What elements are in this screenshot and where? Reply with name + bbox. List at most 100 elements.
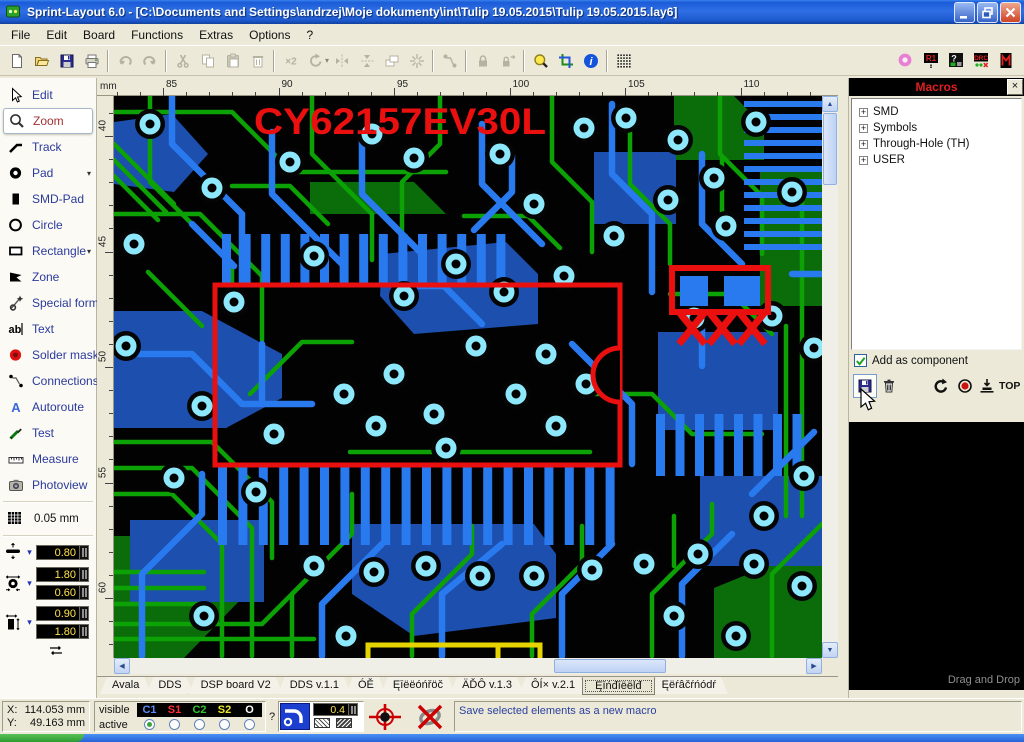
hatch-style-1-button[interactable] (314, 718, 330, 728)
layer-chip-o[interactable]: O (237, 704, 262, 716)
pad-size-field[interactable]: 0.60 (36, 585, 80, 600)
track-width-field[interactable]: 0.80 (36, 545, 80, 560)
menu-item-options[interactable]: Options (241, 25, 298, 45)
tab-v-2-1[interactable]: ÔÍ× v.2.1 (519, 677, 587, 694)
sidebar-tool-autoroute[interactable]: AAutoroute (0, 394, 96, 420)
toolbar-new-button[interactable] (4, 49, 29, 73)
layer-active-radio-o[interactable] (244, 719, 255, 730)
toolbar-mirror-v-button[interactable] (354, 49, 379, 73)
toolbar-lock-button[interactable] (470, 49, 495, 73)
track-mode-button[interactable] (280, 703, 310, 730)
macro-record-button[interactable] (953, 374, 977, 398)
vertical-scrollbar[interactable]: ▲ ▼ (822, 96, 838, 658)
snap-crosshair-button[interactable] (366, 701, 404, 732)
chevron-down-icon[interactable]: ▾ (23, 578, 36, 589)
scroll-left-icon[interactable]: ◀ (114, 658, 130, 674)
toolbar-print-button[interactable] (79, 49, 104, 73)
tab-dsp-board-v2[interactable]: DSP board V2 (189, 677, 283, 694)
tab-item[interactable]: Ęīëëóńřöč (381, 677, 455, 694)
layer-help-label[interactable]: ? (269, 711, 275, 723)
toolbar-undo-button[interactable] (112, 49, 137, 73)
menu-item-edit[interactable]: Edit (38, 25, 75, 45)
start-button-fragment[interactable] (0, 734, 84, 742)
toolbar-paste-button[interactable] (220, 49, 245, 73)
layer-active-radio-s2[interactable] (219, 719, 230, 730)
menu-item-functions[interactable]: Functions (123, 25, 191, 45)
toolbar-pink-ring[interactable] (893, 49, 918, 73)
pad-size-spinner[interactable] (80, 585, 89, 600)
minimize-button-icon[interactable] (954, 2, 975, 23)
expand-plus-icon[interactable]: + (859, 156, 868, 165)
smd-size-field[interactable]: 0.90 (36, 606, 80, 621)
layer-chip-c1[interactable]: C1 (137, 704, 162, 716)
sidebar-tool-measure[interactable]: Measure (0, 446, 96, 472)
smd-size-field[interactable]: 1.80 (36, 624, 80, 639)
toolbar-info-button[interactable]: i (578, 49, 603, 73)
hatch-style-2-button[interactable] (336, 718, 352, 728)
toolbar-burst-button[interactable] (404, 49, 429, 73)
tab-v-1-3[interactable]: ÄĎÔ v.1.3 (450, 677, 524, 694)
chevron-down-icon[interactable]: ▾ (23, 617, 36, 628)
vertical-scroll-thumb[interactable] (823, 113, 837, 185)
horizontal-scrollbar[interactable]: ◀ ▶ (114, 658, 822, 674)
layer-chip-s2[interactable]: S2 (212, 704, 237, 716)
toolbar-grid-capture-button[interactable] (611, 49, 636, 73)
toolbar-drc-badge[interactable]: DRC (968, 49, 993, 73)
sidebar-tool-edit[interactable]: Edit (0, 82, 96, 108)
sidebar-tool-connections[interactable]: Connections (0, 368, 96, 394)
layer-active-radio-c1[interactable] (144, 719, 155, 730)
sidebar-tool-test[interactable]: Test (0, 420, 96, 446)
track-width-spinner[interactable] (80, 545, 89, 560)
layer-active-radio-c2[interactable] (194, 719, 205, 730)
toolbar-trash-button[interactable] (245, 49, 270, 73)
restore-button-icon[interactable] (977, 2, 998, 23)
sidebar-tool-special-form[interactable]: Special form (0, 290, 96, 316)
toolbar-open-button[interactable] (29, 49, 54, 73)
toolbar-help-board[interactable]: ? (943, 49, 968, 73)
remove-connection-button[interactable] (408, 701, 452, 732)
macro-delete-button[interactable] (877, 374, 901, 398)
pcb-editor-canvas[interactable]: CY62157EV30L (114, 96, 822, 658)
grid-setting[interactable]: 0.05 mm (0, 506, 96, 532)
expand-plus-icon[interactable]: + (859, 108, 868, 117)
sidebar-tool-circle[interactable]: Circle (0, 212, 96, 238)
close-button-icon[interactable] (1000, 2, 1021, 23)
tree-item-user[interactable]: +USER (854, 152, 1019, 168)
toolbar-mirror-h-button[interactable] (329, 49, 354, 73)
toolbar-cut-button[interactable] (170, 49, 195, 73)
tab-dds-v-1-1[interactable]: DDS v.1.1 (278, 677, 351, 694)
toolbar-redo-button[interactable] (137, 49, 162, 73)
toolbar-select-area-button[interactable] (553, 49, 578, 73)
smd-size-spinner[interactable] (80, 606, 89, 621)
horizontal-scroll-thumb[interactable] (554, 659, 666, 673)
macros-close-icon[interactable]: × (1007, 79, 1023, 95)
layer-active-radio-s1[interactable] (169, 719, 180, 730)
toolbar-stack-button[interactable] (379, 49, 404, 73)
swap-values[interactable] (0, 643, 96, 660)
sidebar-tool-zone[interactable]: Zone (0, 264, 96, 290)
sidebar-tool-track[interactable]: Track (0, 134, 96, 160)
tab-avala[interactable]: Avala (100, 677, 151, 694)
tab-item[interactable]: ÓĚ (346, 677, 386, 694)
chevron-down-icon[interactable]: ▾ (23, 547, 36, 558)
expand-plus-icon[interactable]: + (859, 140, 868, 149)
pad-size-spinner[interactable] (80, 567, 89, 582)
smd-size-spinner[interactable] (80, 624, 89, 639)
toolbar-r1-badge[interactable]: R1 (918, 49, 943, 73)
layer-chip-c2[interactable]: C2 (187, 704, 212, 716)
toolbar-x2-button[interactable]: ×2 (278, 49, 303, 73)
tree-item-symbols[interactable]: +Symbols (854, 120, 1019, 136)
pad-size-field[interactable]: 1.80 (36, 567, 80, 582)
tree-item-through-hole-th[interactable]: +Through-Hole (TH) (854, 136, 1019, 152)
macro-top-button[interactable]: TOP (977, 374, 1020, 398)
chevron-down-icon[interactable]: ▾ (87, 169, 91, 178)
toolbar-connections-button[interactable] (437, 49, 462, 73)
sidebar-tool-rectangle[interactable]: Rectangle▾ (0, 238, 96, 264)
sidebar-tool-smd-pad[interactable]: SMD-Pad (0, 186, 96, 212)
menu-item-board[interactable]: Board (75, 25, 123, 45)
sidebar-tool-solder-mask[interactable]: Solder mask (0, 342, 96, 368)
toolbar-m-badge[interactable] (993, 49, 1018, 73)
toolbar-save-button[interactable] (54, 49, 79, 73)
track-width-spinner[interactable] (349, 703, 358, 716)
macro-rotate-button[interactable] (929, 374, 953, 398)
